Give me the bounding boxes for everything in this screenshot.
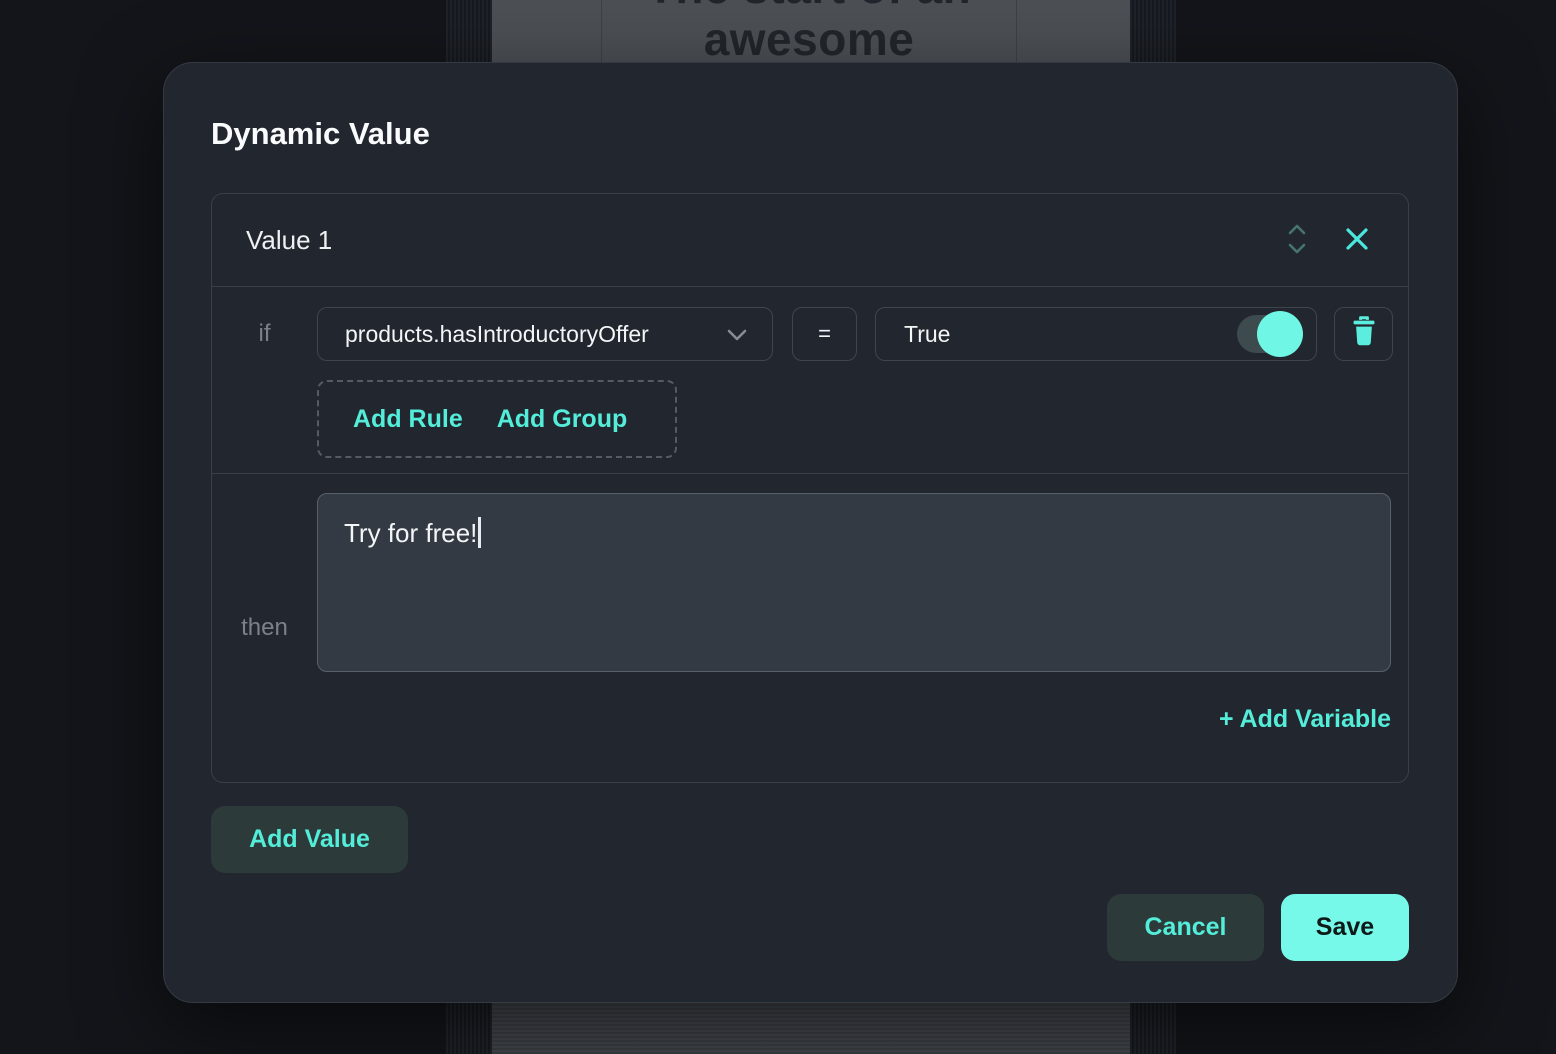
toggle-knob — [1257, 311, 1303, 357]
if-label: if — [259, 320, 271, 348]
then-value-textarea[interactable]: Try for free! — [317, 493, 1391, 672]
modal-footer: Cancel Save — [211, 894, 1409, 961]
background-texture-strip — [446, 1003, 492, 1054]
close-icon — [1344, 226, 1370, 255]
background-page-top: The start of an awesome — [0, 0, 1556, 62]
background-heading-line2: awesome — [704, 13, 915, 62]
condition-value-label: True — [904, 321, 1237, 348]
add-variable-button[interactable]: + Add Variable — [1219, 705, 1391, 734]
background-texture-strip — [1130, 0, 1176, 62]
background-page-panel — [492, 1003, 1130, 1054]
delete-rule-button[interactable] — [1334, 307, 1393, 361]
condition-field-value: products.hasIntroductoryOffer — [345, 321, 726, 348]
rule-row: products.hasIntroductoryOffer = True — [317, 307, 1393, 361]
reorder-value-button[interactable] — [1282, 218, 1312, 263]
trash-icon — [1349, 315, 1379, 353]
background-page-bottom — [0, 1003, 1556, 1054]
chevron-up-down-icon — [1286, 222, 1308, 259]
add-rule-button[interactable]: Add Rule — [353, 405, 463, 434]
chevron-down-icon — [726, 321, 748, 348]
background-texture-strip — [1130, 1003, 1176, 1054]
operator-label: = — [818, 321, 831, 347]
background-texture-strip — [446, 0, 492, 62]
condition-value-toggle[interactable] — [1237, 315, 1301, 353]
background-page-panel: The start of an awesome — [492, 0, 1130, 62]
cancel-button[interactable]: Cancel — [1107, 894, 1264, 961]
add-value-button[interactable]: Add Value — [211, 806, 408, 873]
value-name-label: Value 1 — [246, 225, 332, 256]
then-text: Try for free! — [344, 518, 477, 548]
condition-value-field[interactable]: True — [875, 307, 1317, 361]
value-card-header: Value 1 — [212, 194, 1408, 286]
background-selected-text-block: The start of an awesome — [601, 0, 1017, 62]
condition-operator-button[interactable]: = — [792, 307, 857, 361]
add-group-button[interactable]: Add Group — [497, 405, 628, 434]
dynamic-value-modal: Dynamic Value Value 1 — [163, 62, 1458, 1003]
add-rule-group-box: Add Rule Add Group — [317, 380, 677, 458]
save-button[interactable]: Save — [1281, 894, 1409, 961]
background-heading-line1: The start of an — [647, 0, 971, 13]
remove-value-button[interactable] — [1340, 222, 1374, 259]
modal-title: Dynamic Value — [211, 115, 1407, 153]
condition-field-select[interactable]: products.hasIntroductoryOffer — [317, 307, 773, 361]
then-section: then Try for free! + Add Variable — [212, 474, 1408, 782]
value-card: Value 1 — [211, 193, 1409, 783]
then-label: then — [241, 614, 288, 642]
condition-section: if products.hasIntroductoryOffer = — [212, 287, 1408, 473]
text-cursor — [478, 517, 481, 548]
